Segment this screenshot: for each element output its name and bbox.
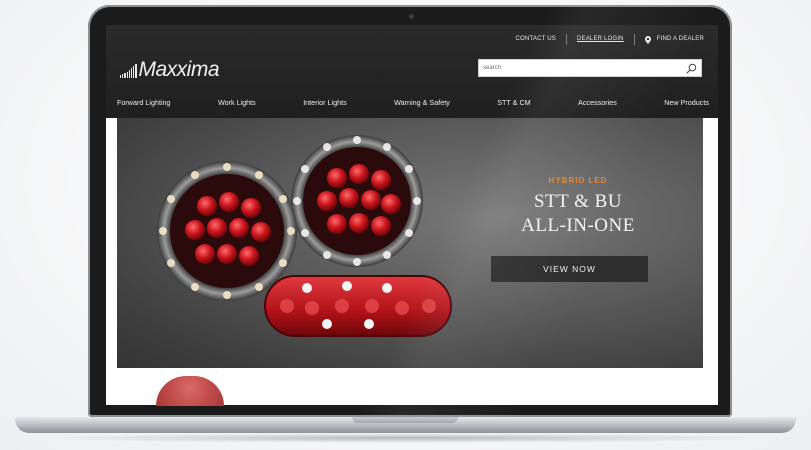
search-box <box>478 59 702 77</box>
oval-light <box>264 275 452 337</box>
dealer-login-link[interactable]: DEALER LOGIN <box>577 36 624 42</box>
hero-kicker: HYBRID LED <box>548 176 608 185</box>
hero-title-line: ALL-IN-ONE <box>521 215 635 236</box>
nav-item-stt-cm[interactable]: STT & CM <box>497 98 530 112</box>
view-now-button[interactable]: VIEW NOW <box>491 256 648 282</box>
nav-item-new-products[interactable]: New Products <box>664 98 709 112</box>
logo-bars-icon <box>120 64 137 78</box>
nav-item-accessories[interactable]: Accessories <box>578 98 617 112</box>
search-icon[interactable] <box>686 63 697 74</box>
divider <box>565 33 567 45</box>
hero-banner[interactable]: HYBRID LED STT & BU ALL-IN-ONE VIEW NOW <box>117 118 703 368</box>
camera-icon <box>409 14 414 19</box>
brand-name: Maxxima <box>138 58 220 81</box>
nav-item-warning-safety[interactable]: Warning & Safety <box>394 98 450 112</box>
round-light-back <box>291 135 423 267</box>
browser-screen: CONTACT US DEALER LOGIN FIND A DEALER Ma… <box>106 25 718 405</box>
search-input[interactable] <box>483 62 673 74</box>
utility-bar: CONTACT US DEALER LOGIN FIND A DEALER <box>516 33 704 45</box>
round-light-front <box>157 161 297 301</box>
laptop-shadow <box>40 433 771 443</box>
hero-title-line: STT & BU <box>533 191 623 212</box>
laptop-notch <box>352 417 458 423</box>
led-lights-image <box>157 135 452 337</box>
find-dealer-link[interactable]: FIND A DEALER <box>657 36 704 42</box>
page-margin <box>106 118 117 368</box>
nav-item-interior-lights[interactable]: Interior Lights <box>303 98 347 112</box>
hero-title: STT & BU ALL-IN-ONE <box>483 190 673 238</box>
location-pin-icon <box>644 35 651 44</box>
divider <box>633 33 635 45</box>
nav-item-work-lights[interactable]: Work Lights <box>218 98 256 112</box>
contact-us-link[interactable]: CONTACT US <box>516 36 556 42</box>
main-nav: Forward Lighting Work Lights Interior Li… <box>106 98 718 112</box>
site-header: CONTACT US DEALER LOGIN FIND A DEALER Ma… <box>106 25 718 118</box>
page-margin <box>703 118 718 368</box>
brand-logo[interactable]: Maxxima <box>120 58 220 81</box>
nav-item-forward-lighting[interactable]: Forward Lighting <box>117 98 171 112</box>
